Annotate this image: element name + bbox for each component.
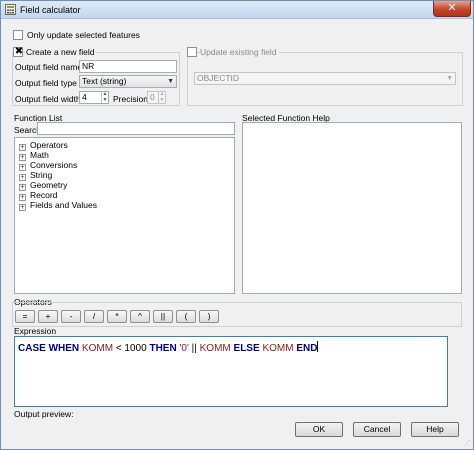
expr-comparison: < 1000 (115, 343, 147, 354)
output-field-name-label: Output field name (15, 62, 83, 72)
expr-field: KOMM (262, 343, 294, 354)
operator-divide-button[interactable]: / (84, 310, 104, 323)
expr-keyword: ELSE (233, 343, 260, 354)
function-tree[interactable]: + Operators + Math + Conversions + String + G… (14, 137, 235, 294)
text-cursor (317, 341, 319, 352)
title-bar[interactable]: Field calculator ✕ (1, 1, 473, 19)
spin-down-icon[interactable]: ▼ (102, 97, 108, 104)
precision-spin-buttons[interactable]: ▲ ▼ (158, 91, 165, 104)
operator-power-button[interactable]: ^ (130, 310, 150, 323)
precision-value: 0 (150, 92, 155, 102)
check-mark-icon: ✖ (14, 46, 24, 57)
expression-title: Expression (14, 326, 57, 336)
expand-icon[interactable]: + (19, 204, 26, 211)
output-field-type-select[interactable]: Text (string) ▼ (79, 75, 177, 88)
operator-minus-button[interactable]: - (61, 310, 81, 323)
expression-editor[interactable]: CASE WHEN KOMM < 1000 THEN '0' || KOMM E… (14, 336, 448, 407)
output-field-type-label: Output field type (15, 78, 77, 88)
ok-button[interactable]: OK (295, 422, 343, 437)
calculator-icon (5, 4, 16, 15)
output-field-name-input[interactable]: NR (79, 60, 177, 73)
only-selected-label: Only update selected features (27, 30, 140, 40)
existing-field-select[interactable]: OBJECTID ▼ (194, 72, 456, 85)
operator-concat-button[interactable]: || (153, 310, 173, 323)
cancel-button[interactable]: Cancel (353, 422, 401, 437)
expr-keyword: CASE (18, 343, 46, 354)
output-field-width-value: 4 (82, 92, 87, 102)
search-input[interactable] (37, 122, 235, 135)
expr-keyword: THEN (149, 343, 177, 354)
expr-keyword: END (296, 343, 318, 354)
precision-spinbox[interactable]: 0 ▲ ▼ (147, 91, 166, 104)
close-icon: ✕ (447, 2, 457, 14)
existing-field-value: OBJECTID (197, 73, 240, 83)
expr-operator: || (191, 343, 197, 354)
expr-string: '0' (179, 343, 189, 354)
only-selected-checkbox[interactable] (13, 30, 23, 40)
field-calculator-dialog: Field calculator ✕ Only update selected … (0, 0, 474, 450)
update-existing-checkbox[interactable] (187, 47, 197, 57)
operator-multiply-button[interactable]: * (107, 310, 127, 323)
function-help-panel (242, 122, 462, 294)
output-field-width-spinbox[interactable]: 4 ▲ ▼ (79, 91, 109, 104)
operator-equals-button[interactable]: = (15, 310, 35, 323)
expr-keyword: WHEN (48, 343, 80, 354)
resize-grip-icon[interactable]: ⋰ (464, 439, 471, 447)
chevron-down-icon: ▼ (167, 78, 174, 85)
chevron-down-icon: ▼ (446, 75, 453, 82)
operator-open-paren-button[interactable]: ( (176, 310, 196, 323)
operator-plus-button[interactable]: + (38, 310, 58, 323)
help-button[interactable]: Help (411, 422, 459, 437)
spin-down-icon[interactable]: ▼ (159, 97, 165, 104)
update-existing-label: Update existing field (200, 47, 279, 57)
tree-item-fields-and-values[interactable]: + Fields and Values (19, 200, 97, 211)
output-preview-label: Output preview: (14, 409, 74, 419)
create-new-field-label: Create a new field (26, 47, 97, 57)
output-field-width-label: Output field width (15, 94, 81, 104)
operator-close-paren-button[interactable]: ) (199, 310, 219, 323)
close-button[interactable]: ✕ (433, 1, 471, 17)
output-field-type-value: Text (string) (82, 76, 127, 86)
width-spin-buttons[interactable]: ▲ ▼ (101, 91, 108, 104)
expr-field: KOMM (81, 343, 114, 354)
expr-field: KOMM (199, 343, 231, 354)
create-new-field-checkbox[interactable]: ✖ (13, 46, 24, 57)
precision-label: Precision (113, 94, 148, 104)
window-title: Field calculator (20, 5, 81, 15)
